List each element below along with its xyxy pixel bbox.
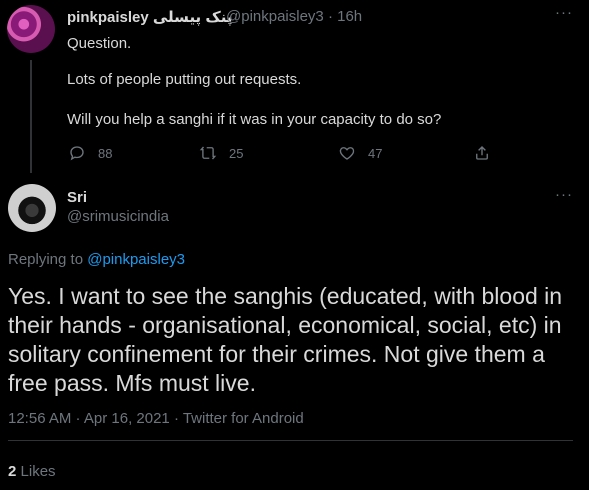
reply-count: 88 — [98, 145, 113, 161]
reply-button[interactable]: 88 — [68, 144, 112, 162]
more-options-icon[interactable]: ··· — [555, 4, 573, 21]
like-count: 47 — [368, 145, 383, 161]
retweet-icon — [199, 146, 217, 160]
retweet-button[interactable]: 25 — [199, 144, 243, 162]
more-options-icon[interactable]: ··· — [555, 186, 573, 203]
divider — [8, 440, 573, 441]
avatar-pinkpaisley[interactable] — [7, 5, 55, 53]
user-handle[interactable]: @pinkpaisley3 — [226, 8, 324, 25]
like-button[interactable]: 47 — [338, 144, 382, 162]
display-name[interactable]: Sri — [67, 189, 87, 206]
avatar-sri[interactable] — [8, 184, 56, 232]
display-name[interactable]: pinkpaisley پنک پیسلی — [67, 8, 232, 26]
replying-handle-link[interactable]: @pinkpaisley3 — [87, 251, 185, 268]
tweet-text-line: Will you help a sanghi if it was in your… — [67, 111, 442, 128]
likes-summary[interactable]: 2 Likes — [8, 463, 56, 480]
handle-and-time[interactable]: @pinkpaisley3 · 16h — [226, 8, 362, 25]
tweet-time[interactable]: 16h — [337, 8, 362, 25]
tweet-text-line: Question. — [67, 35, 132, 52]
replying-to: Replying to @pinkpaisley3 — [8, 251, 185, 268]
tweet-body: Yes. I want to see the sanghis (educated… — [8, 283, 563, 396]
reply-icon — [70, 146, 84, 161]
tweet-text-line: Lots of people putting out requests. — [67, 71, 302, 88]
replying-label: Replying to — [8, 251, 84, 268]
share-button[interactable] — [473, 144, 503, 162]
tweet-timestamp[interactable]: 12:56 AM · Apr 16, 2021 · Twitter for An… — [8, 410, 304, 427]
thread-connector-line — [30, 60, 32, 173]
likes-label: Likes — [20, 463, 56, 480]
separator-dot: · — [327, 8, 333, 25]
like-icon — [339, 147, 355, 160]
share-icon — [476, 146, 488, 160]
likes-count: 2 — [8, 463, 17, 480]
user-handle[interactable]: @srimusicindia — [67, 208, 169, 225]
retweet-count: 25 — [229, 145, 244, 161]
